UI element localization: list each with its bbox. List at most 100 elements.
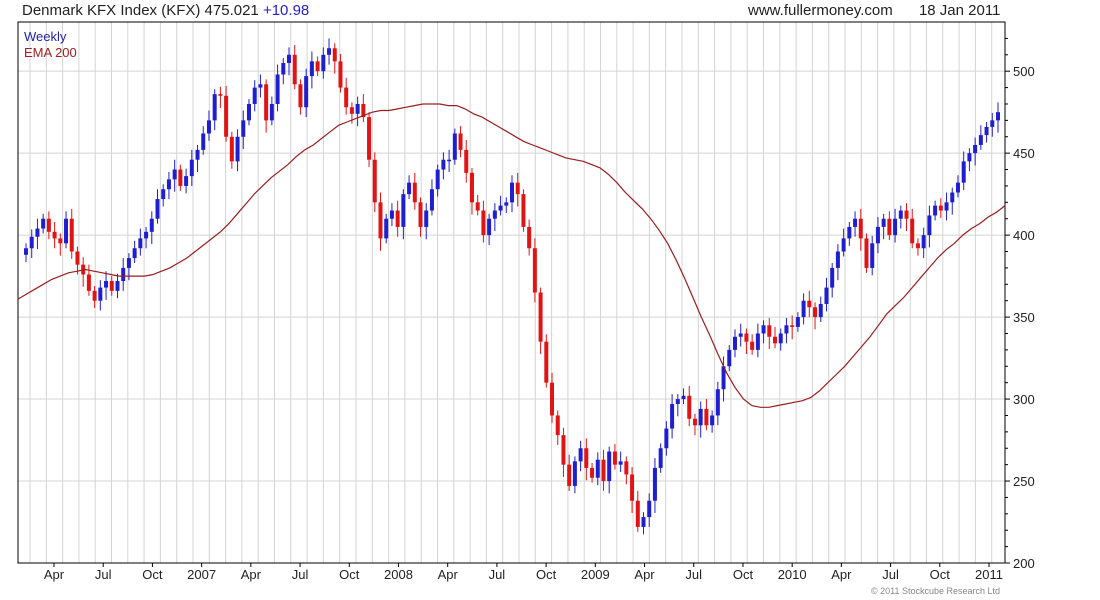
x-tick-label: Apr xyxy=(241,567,262,582)
candle-body xyxy=(738,333,743,337)
candle-body xyxy=(910,218,915,244)
candle-body xyxy=(538,292,543,342)
candle-body xyxy=(109,281,114,291)
ema-200-line xyxy=(17,103,1006,408)
candle-body xyxy=(544,341,549,383)
candle-body xyxy=(887,218,892,236)
candle-body xyxy=(304,76,309,108)
candle-body xyxy=(92,290,97,301)
candle-body xyxy=(973,144,978,154)
candle-body xyxy=(561,435,566,465)
candle-body xyxy=(98,287,103,301)
candle-body xyxy=(258,84,263,88)
candle-body xyxy=(69,218,74,252)
candle-body xyxy=(166,179,171,190)
candle-body xyxy=(401,194,406,227)
candle-body xyxy=(990,120,995,127)
x-tick-label: 2007 xyxy=(187,567,216,582)
candle-body xyxy=(349,107,354,114)
candle-body xyxy=(984,126,989,136)
y-tick-label: 300 xyxy=(1013,392,1035,407)
candle-body xyxy=(830,267,835,288)
x-tick-label: Oct xyxy=(142,567,163,582)
y-tick-label: 400 xyxy=(1013,228,1035,243)
candle-body xyxy=(218,94,223,96)
candle-body xyxy=(767,325,772,337)
candle-body xyxy=(58,238,63,244)
candle-body xyxy=(818,303,823,318)
candle-body xyxy=(424,210,429,227)
candle-body xyxy=(521,194,526,227)
x-tick-label: Jul xyxy=(489,567,506,582)
candle-body xyxy=(755,333,760,350)
x-tick-label: Oct xyxy=(733,567,754,582)
candle-body xyxy=(790,325,795,327)
candle-body xyxy=(121,267,126,282)
candle-body xyxy=(86,274,91,291)
x-tick-label: Oct xyxy=(930,567,951,582)
candle-body xyxy=(41,218,46,229)
candle-body xyxy=(515,182,520,195)
candle-body xyxy=(395,210,400,227)
candle-body xyxy=(635,500,640,527)
plot-frame xyxy=(17,21,1006,564)
candle-body xyxy=(412,182,417,203)
candle-body xyxy=(372,159,377,203)
x-tick-label: Jul xyxy=(95,567,112,582)
candle-body xyxy=(578,448,583,462)
candle-body xyxy=(938,205,943,211)
candle-body xyxy=(715,389,720,416)
candle-body xyxy=(458,133,463,150)
candle-body xyxy=(149,218,154,232)
x-tick-label: Apr xyxy=(634,567,655,582)
candle-body xyxy=(915,243,920,249)
candle-body xyxy=(710,415,715,426)
candle-body xyxy=(727,349,732,367)
candle-body xyxy=(858,218,863,239)
candle-body xyxy=(670,403,675,429)
candle-body xyxy=(864,238,869,268)
candle-body xyxy=(172,169,177,180)
candle-body xyxy=(595,459,600,478)
candle-body xyxy=(327,48,332,55)
candle-body xyxy=(641,517,646,527)
candle-body xyxy=(35,228,40,237)
candle-body xyxy=(647,500,652,518)
candle-body xyxy=(550,382,555,416)
candle-body xyxy=(612,451,617,465)
candle-body xyxy=(532,248,537,293)
candle-body xyxy=(46,218,51,232)
candle-body xyxy=(618,461,623,465)
x-tick-label: 2009 xyxy=(581,567,610,582)
candle-body xyxy=(978,135,983,145)
candle-body xyxy=(835,251,840,268)
candle-body xyxy=(904,210,909,219)
candle-body xyxy=(961,161,966,183)
candle-body xyxy=(555,415,560,436)
candle-body xyxy=(624,461,629,475)
candle-body xyxy=(281,62,286,75)
candle-body xyxy=(24,248,28,255)
candle-body xyxy=(292,54,297,85)
candle-body xyxy=(367,117,372,160)
candle-body xyxy=(773,336,778,344)
x-tick-label: Oct xyxy=(536,567,557,582)
candle-body xyxy=(921,235,926,249)
x-tick-label: Oct xyxy=(339,567,360,582)
x-tick-label: Apr xyxy=(438,567,459,582)
candle-body xyxy=(504,202,509,206)
legend-ema: EMA 200 xyxy=(24,45,77,60)
candle-body xyxy=(841,238,846,252)
legend-weekly: Weekly xyxy=(24,29,67,44)
y-tick-label: 350 xyxy=(1013,310,1035,325)
candle-body xyxy=(807,300,812,308)
candle-body xyxy=(704,408,709,426)
candle-body xyxy=(601,459,606,482)
candle-body xyxy=(115,281,120,291)
candle-body xyxy=(315,61,320,72)
candle-body xyxy=(875,226,880,244)
candle-body xyxy=(933,205,938,216)
candle-body xyxy=(481,210,486,236)
candle-body xyxy=(235,136,240,162)
x-tick-label: Jul xyxy=(292,567,309,582)
